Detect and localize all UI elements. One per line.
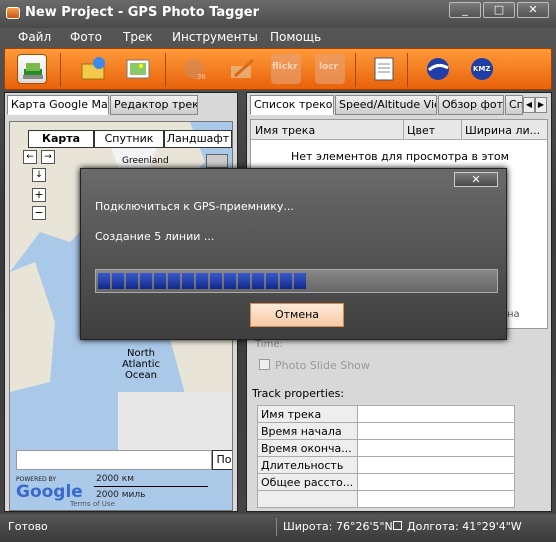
pan-right-icon[interactable]: → (41, 150, 55, 164)
google-earth-icon[interactable] (423, 54, 453, 84)
film-strip-icon[interactable] (206, 154, 228, 168)
status-bar: Готово Широта: 76°26'5"N Долгота: 41°29'… (0, 514, 556, 542)
flickr-label: flickr (272, 62, 298, 72)
map-search-button[interactable]: По (212, 450, 232, 470)
flickr-icon[interactable]: flickr (271, 54, 301, 84)
label-ocean: North Atlantic Ocean (122, 348, 161, 381)
menu-help[interactable]: Помощь (270, 30, 321, 44)
map-type-satellite[interactable]: Спутник (94, 130, 164, 148)
tab-speed-altitude[interactable]: Speed/Altitude View (335, 95, 437, 115)
time-label: Time: (255, 339, 283, 350)
minimize-button[interactable]: _ (449, 2, 481, 18)
status-latitude: Широта: 76°26'5"N (283, 520, 393, 533)
dialog-line-connect: Подключиться к GPS-приемнику... (95, 200, 294, 213)
cancel-button[interactable]: Отмена (250, 303, 344, 327)
zoom-in-icon[interactable]: + (32, 188, 46, 202)
progress-segment (182, 273, 194, 289)
slideshow-label: Photo Slide Show (275, 359, 370, 372)
column-track-name[interactable]: Имя трека (255, 124, 315, 137)
map-type-terrain[interactable]: Ландшафт (164, 130, 232, 148)
progress-segment (126, 273, 138, 289)
add-photos-icon[interactable] (17, 54, 47, 84)
status-text: Готово (8, 520, 48, 533)
svg-text:36: 36 (197, 73, 206, 81)
tab-track-editor[interactable]: Редактор трека (110, 95, 198, 115)
prop-total-distance: Общее рассто... (257, 473, 358, 491)
prop-value[interactable] (357, 422, 515, 440)
prop-value[interactable] (357, 456, 515, 474)
scale-miles: 2000 миль (96, 490, 146, 500)
tab-google-map[interactable]: Карта Google Map (7, 95, 109, 115)
progress-segment (294, 273, 306, 289)
locr-icon[interactable]: locr (315, 54, 345, 84)
menu-tools[interactable]: Инструменты (172, 30, 258, 44)
prop-value[interactable] (357, 439, 515, 457)
progress-segment (154, 273, 166, 289)
track-properties-grid: Имя трека Время начала Время оконча... Д… (257, 405, 515, 508)
progress-segment (238, 273, 250, 289)
progress-segment (98, 273, 110, 289)
prop-track-name: Имя трека (257, 405, 358, 423)
scale-km: 2000 км (96, 474, 134, 484)
progress-segment (252, 273, 264, 289)
tab-track-list[interactable]: Список треков (250, 95, 334, 115)
prop-value[interactable] (357, 473, 515, 491)
menu-file[interactable]: Файл (18, 30, 51, 44)
prop-start-time: Время начала (257, 422, 358, 440)
main-window: New Project - GPS Photo Tagger _ □ ✕ Фай… (0, 0, 556, 542)
app-icon (6, 7, 20, 19)
kmz-label: KMZ (473, 65, 491, 73)
zoom-out-icon[interactable]: − (32, 206, 46, 220)
menu-photo[interactable]: Фото (70, 30, 102, 44)
dialog-close-button[interactable]: ✕ (454, 172, 498, 187)
tab-photo-view[interactable]: Обзор фото (438, 95, 504, 115)
folder-icon[interactable] (79, 54, 109, 84)
progress-segment (168, 273, 180, 289)
column-line-width[interactable]: Ширина ли... (465, 124, 540, 137)
status-separator-box (393, 521, 402, 530)
label-greenland: Greenland (122, 156, 169, 166)
pan-left-icon[interactable]: ← (23, 150, 37, 164)
progress-segment (140, 273, 152, 289)
globe-icon[interactable]: 36 (181, 54, 211, 84)
progress-dialog: ✕ Подключиться к GPS-приемнику... Создан… (80, 168, 507, 340)
locr-label: locr (319, 62, 339, 72)
dialog-line-create: Создание 5 линии ... (95, 230, 215, 243)
menu-bar: Файл Фото Трек Инструменты Помощь (0, 28, 556, 48)
progress-bar (95, 269, 498, 293)
prop-duration: Длительность (257, 456, 358, 474)
column-color[interactable]: Цвет (407, 124, 435, 137)
tab-more[interactable]: Сп (505, 95, 523, 115)
slideshow-checkbox[interactable] (259, 359, 270, 370)
progress-segment (196, 273, 208, 289)
maximize-button[interactable]: □ (483, 2, 515, 18)
close-button[interactable]: ✕ (517, 2, 549, 18)
terms-link[interactable]: Terms of Use (70, 500, 115, 508)
window-title: New Project - GPS Photo Tagger (25, 5, 260, 20)
kmz-icon[interactable]: KMZ (467, 54, 497, 84)
title-bar: New Project - GPS Photo Tagger _ □ ✕ (0, 0, 556, 28)
progress-segment (210, 273, 222, 289)
map-search-input[interactable] (16, 450, 212, 470)
track-properties-title: Track properties: (252, 387, 345, 400)
behind-side-text: на (507, 309, 520, 320)
photos-icon[interactable] (123, 54, 153, 84)
menu-track[interactable]: Трек (123, 30, 153, 44)
progress-segment (112, 273, 124, 289)
google-logo: Google (16, 482, 83, 502)
empty-list-message: Нет элементов для просмотра в этом (291, 150, 509, 163)
map-type-map[interactable]: Карта (28, 130, 94, 148)
document-icon[interactable] (369, 54, 399, 84)
status-longitude: Долгота: 41°29'4"W (407, 520, 522, 533)
progress-segment (224, 273, 236, 289)
pan-down-icon[interactable]: ↓ (32, 168, 46, 182)
tab-scroll-right-icon[interactable]: ▶ (535, 97, 547, 113)
edit-icon[interactable] (227, 54, 257, 84)
prop-value[interactable] (357, 405, 515, 423)
toolbar: 36 flickr locr KMZ (4, 48, 552, 90)
tab-scroll-left-icon[interactable]: ◀ (523, 97, 535, 113)
prop-end-time: Время оконча... (257, 439, 358, 457)
progress-segment (266, 273, 278, 289)
progress-segment (280, 273, 292, 289)
